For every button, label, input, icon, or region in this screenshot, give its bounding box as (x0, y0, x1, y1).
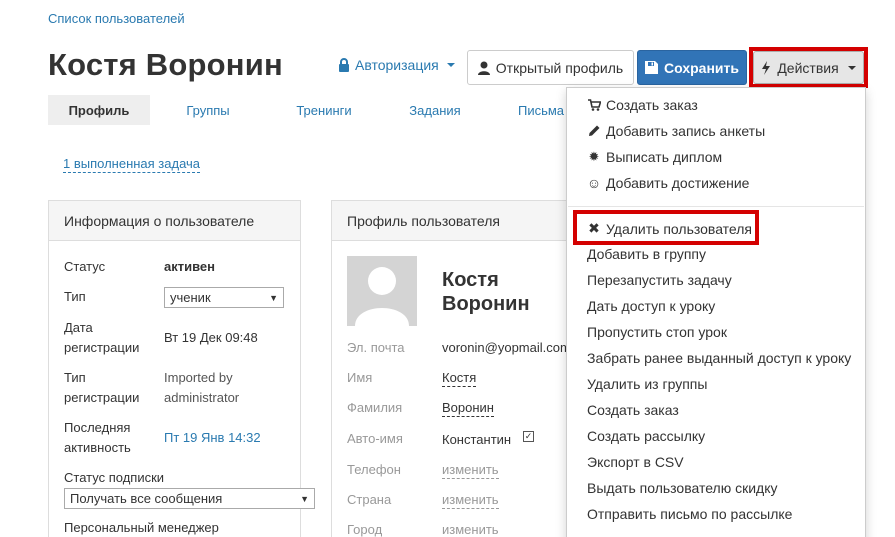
save-label: Сохранить (664, 59, 739, 76)
actions-dropdown-menu: Создать заказ Добавить запись анкеты ✹ В… (566, 87, 866, 537)
auto-name-checkbox[interactable]: ✓ (523, 431, 534, 442)
country-label: Страна (347, 492, 392, 507)
menu-item-create-mailing[interactable]: Создать рассылку (587, 428, 705, 444)
last-name-value[interactable]: Воронин (442, 400, 494, 417)
personal-manager-label: Персональный менеджер (64, 520, 219, 535)
authorization-label: Авторизация (355, 57, 439, 73)
type-label: Тип (64, 289, 86, 304)
menu-item-send-mailing-letter[interactable]: Отправить письмо по рассылке (587, 506, 792, 522)
menu-item-revoke-lesson-access[interactable]: Забрать ранее выданный доступ к уроку (587, 350, 851, 366)
menu-item-issue-diploma[interactable]: ✹ Выписать диплом (587, 149, 723, 165)
first-name-value[interactable]: Костя (442, 370, 477, 387)
cart-icon (587, 99, 601, 111)
profile-name-line2: Воронин (442, 293, 530, 315)
menu-item-create-order-2[interactable]: Создать заказ (587, 402, 679, 418)
menu-item-export-csv[interactable]: Экспорт в CSV (587, 454, 684, 470)
save-button[interactable]: Сохранить (637, 50, 747, 85)
status-label: Статус (64, 259, 106, 274)
menu-item-grant-lesson-access[interactable]: Дать доступ к уроку (587, 298, 715, 314)
tab-groups[interactable]: Группы (150, 95, 266, 125)
last-name-label: Фамилия (347, 400, 403, 415)
menu-item-restart-task[interactable]: Перезапустить задачу (587, 272, 732, 288)
auto-name-label: Авто-имя (347, 431, 403, 446)
avatar-placeholder-icon (347, 256, 417, 326)
menu-item-label: Создать заказ (606, 97, 698, 113)
floppy-disk-icon (645, 61, 659, 74)
smile-icon: ☺ (586, 175, 602, 191)
tab-tasks[interactable]: Задания (382, 95, 488, 125)
select-arrow-icon: ▼ (300, 493, 309, 504)
authorization-dropdown[interactable]: Авторизация (338, 57, 455, 73)
first-name-label: Имя (347, 370, 373, 385)
reg-date-value: Вт 19 Дек 09:48 (164, 330, 258, 345)
menu-item-add-achievement[interactable]: ☺ Добавить достижение (586, 175, 750, 191)
city-label: Город (347, 522, 383, 537)
profile-tabs: Профиль Группы Тренинги Задания Письма (48, 95, 594, 125)
type-select-value: ученик (170, 290, 211, 305)
phone-label: Телефон (347, 462, 401, 477)
email-label: Эл. почта (347, 340, 405, 355)
city-edit-link[interactable]: изменить (442, 522, 499, 537)
country-edit-link[interactable]: изменить (442, 492, 499, 509)
user-profile-panel-title: Профиль пользователя (332, 201, 570, 241)
menu-item-label: Выписать диплом (606, 149, 723, 165)
chevron-down-icon (446, 63, 455, 67)
subscription-status-label: Статус подписки (64, 470, 165, 485)
status-value: активен (164, 259, 215, 274)
select-arrow-icon: ▼ (269, 292, 278, 303)
lock-icon (339, 58, 349, 72)
tab-profile[interactable]: Профиль (48, 95, 150, 125)
tab-trainings[interactable]: Тренинги (266, 95, 382, 125)
phone-edit-link[interactable]: изменить (442, 462, 499, 479)
type-select[interactable]: ученик ▼ (164, 287, 284, 308)
certificate-icon: ✹ (588, 149, 600, 164)
reg-type-label-line1: Тип (64, 370, 86, 385)
open-profile-label: Открытый профиль (495, 59, 624, 76)
reg-date-label-line1: Дата (64, 320, 93, 335)
menu-divider (568, 206, 864, 207)
avatar (347, 256, 417, 326)
actions-highlight-frame (749, 47, 868, 88)
reg-type-label-line2: регистрации (64, 390, 140, 405)
profile-name-line1: Костя (442, 269, 499, 291)
pencil-icon (587, 125, 601, 137)
last-activity-label-line2: активность (64, 440, 131, 455)
user-icon (477, 61, 490, 75)
menu-item-add-to-group[interactable]: Добавить в группу (587, 246, 706, 262)
reg-date-label-line2: регистрации (64, 340, 140, 355)
reg-type-value-line2: administrator (164, 390, 240, 405)
menu-item-skip-stop-lesson[interactable]: Пропустить стоп урок (587, 324, 727, 340)
subscription-status-select[interactable]: Получать все сообщения ▼ (64, 488, 315, 509)
menu-item-add-form-entry[interactable]: Добавить запись анкеты (587, 123, 765, 139)
menu-item-give-discount[interactable]: Выдать пользователю скидку (587, 480, 778, 496)
last-activity-label-line1: Последняя (64, 420, 131, 435)
menu-item-label: Добавить запись анкеты (606, 123, 766, 139)
user-info-panel-title: Информация о пользователе (49, 201, 300, 241)
completed-tasks-link[interactable]: 1 выполненная задача (63, 156, 201, 173)
menu-item-create-order[interactable]: Создать заказ (587, 97, 698, 113)
page-title: Костя Воронин (48, 47, 283, 82)
auto-name-value: Константин (442, 432, 512, 447)
menu-item-label: Добавить достижение (606, 175, 750, 191)
email-value: voronin@yopmail.com (442, 340, 571, 355)
open-profile-button[interactable]: Открытый профиль (467, 50, 634, 85)
menu-item-remove-from-group[interactable]: Удалить из группы (587, 376, 707, 392)
breadcrumb-users-list[interactable]: Список пользователей (48, 11, 185, 26)
last-activity-link[interactable]: Пт 19 Янв 14:32 (164, 428, 261, 448)
user-profile-panel: Профиль пользователя (331, 200, 571, 537)
delete-user-highlight-frame (573, 210, 759, 245)
subscription-status-value: Получать все сообщения (70, 491, 223, 506)
reg-type-value-line1: Imported by (164, 370, 233, 385)
